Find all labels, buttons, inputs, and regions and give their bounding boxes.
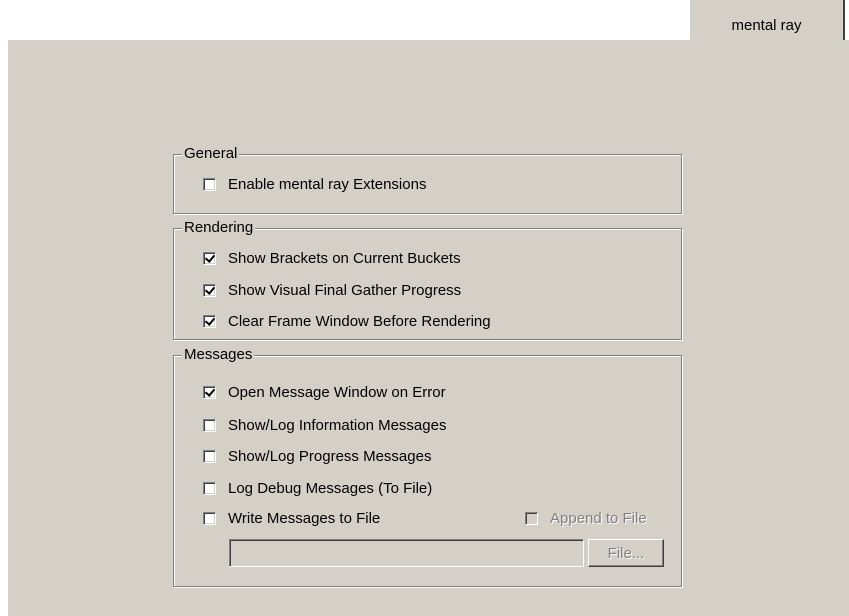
append-to-file-checkbox[interactable]	[525, 512, 538, 525]
enable-mental-ray-extensions-checkbox[interactable]	[203, 178, 216, 191]
enable-mental-ray-extensions-row[interactable]: Enable mental ray Extensions	[203, 176, 426, 193]
write-messages-to-file-row[interactable]: Write Messages to File	[203, 510, 380, 527]
log-progress-messages-checkbox[interactable]	[203, 450, 216, 463]
open-message-window-row[interactable]: Open Message Window on Error	[203, 384, 446, 401]
append-to-file-row[interactable]: Append to File	[525, 510, 647, 527]
log-debug-messages-checkbox[interactable]	[203, 482, 216, 495]
log-information-messages-row[interactable]: Show/Log Information Messages	[203, 417, 446, 434]
clear-frame-window-checkbox[interactable]	[203, 315, 216, 328]
clear-frame-window-label: Clear Frame Window Before Rendering	[228, 313, 491, 330]
write-messages-to-file-label: Write Messages to File	[228, 510, 381, 527]
log-progress-messages-row[interactable]: Show/Log Progress Messages	[203, 448, 431, 465]
general-group-title: General	[182, 145, 240, 163]
show-final-gather-progress-label: Show Visual Final Gather Progress	[228, 282, 462, 299]
file-browse-button[interactable]: File...	[588, 539, 664, 567]
log-information-messages-checkbox[interactable]	[203, 419, 216, 432]
rendering-group-title: Rendering	[182, 219, 256, 237]
enable-mental-ray-extensions-label: Enable mental ray Extensions	[228, 176, 427, 193]
log-information-messages-label: Show/Log Information Messages	[228, 417, 447, 434]
show-final-gather-progress-row[interactable]: Show Visual Final Gather Progress	[203, 282, 461, 299]
log-progress-messages-label: Show/Log Progress Messages	[228, 448, 432, 465]
append-to-file-label: Append to File	[550, 510, 647, 527]
clear-frame-window-row[interactable]: Clear Frame Window Before Rendering	[203, 313, 491, 330]
tab-label: mental ray	[731, 16, 802, 34]
show-brackets-checkbox[interactable]	[203, 252, 216, 265]
tab-mental-ray[interactable]: mental ray	[689, 0, 845, 40]
open-message-window-label: Open Message Window on Error	[228, 384, 446, 401]
log-debug-messages-label: Log Debug Messages (To File)	[228, 480, 433, 497]
messages-group-title: Messages	[182, 346, 255, 364]
show-brackets-label: Show Brackets on Current Buckets	[228, 250, 461, 267]
show-final-gather-progress-checkbox[interactable]	[203, 284, 216, 297]
show-brackets-row[interactable]: Show Brackets on Current Buckets	[203, 250, 461, 267]
message-file-path-input[interactable]	[229, 539, 584, 567]
open-message-window-checkbox[interactable]	[203, 386, 216, 399]
write-messages-to-file-checkbox[interactable]	[203, 512, 216, 525]
log-debug-messages-row[interactable]: Log Debug Messages (To File)	[203, 480, 432, 497]
